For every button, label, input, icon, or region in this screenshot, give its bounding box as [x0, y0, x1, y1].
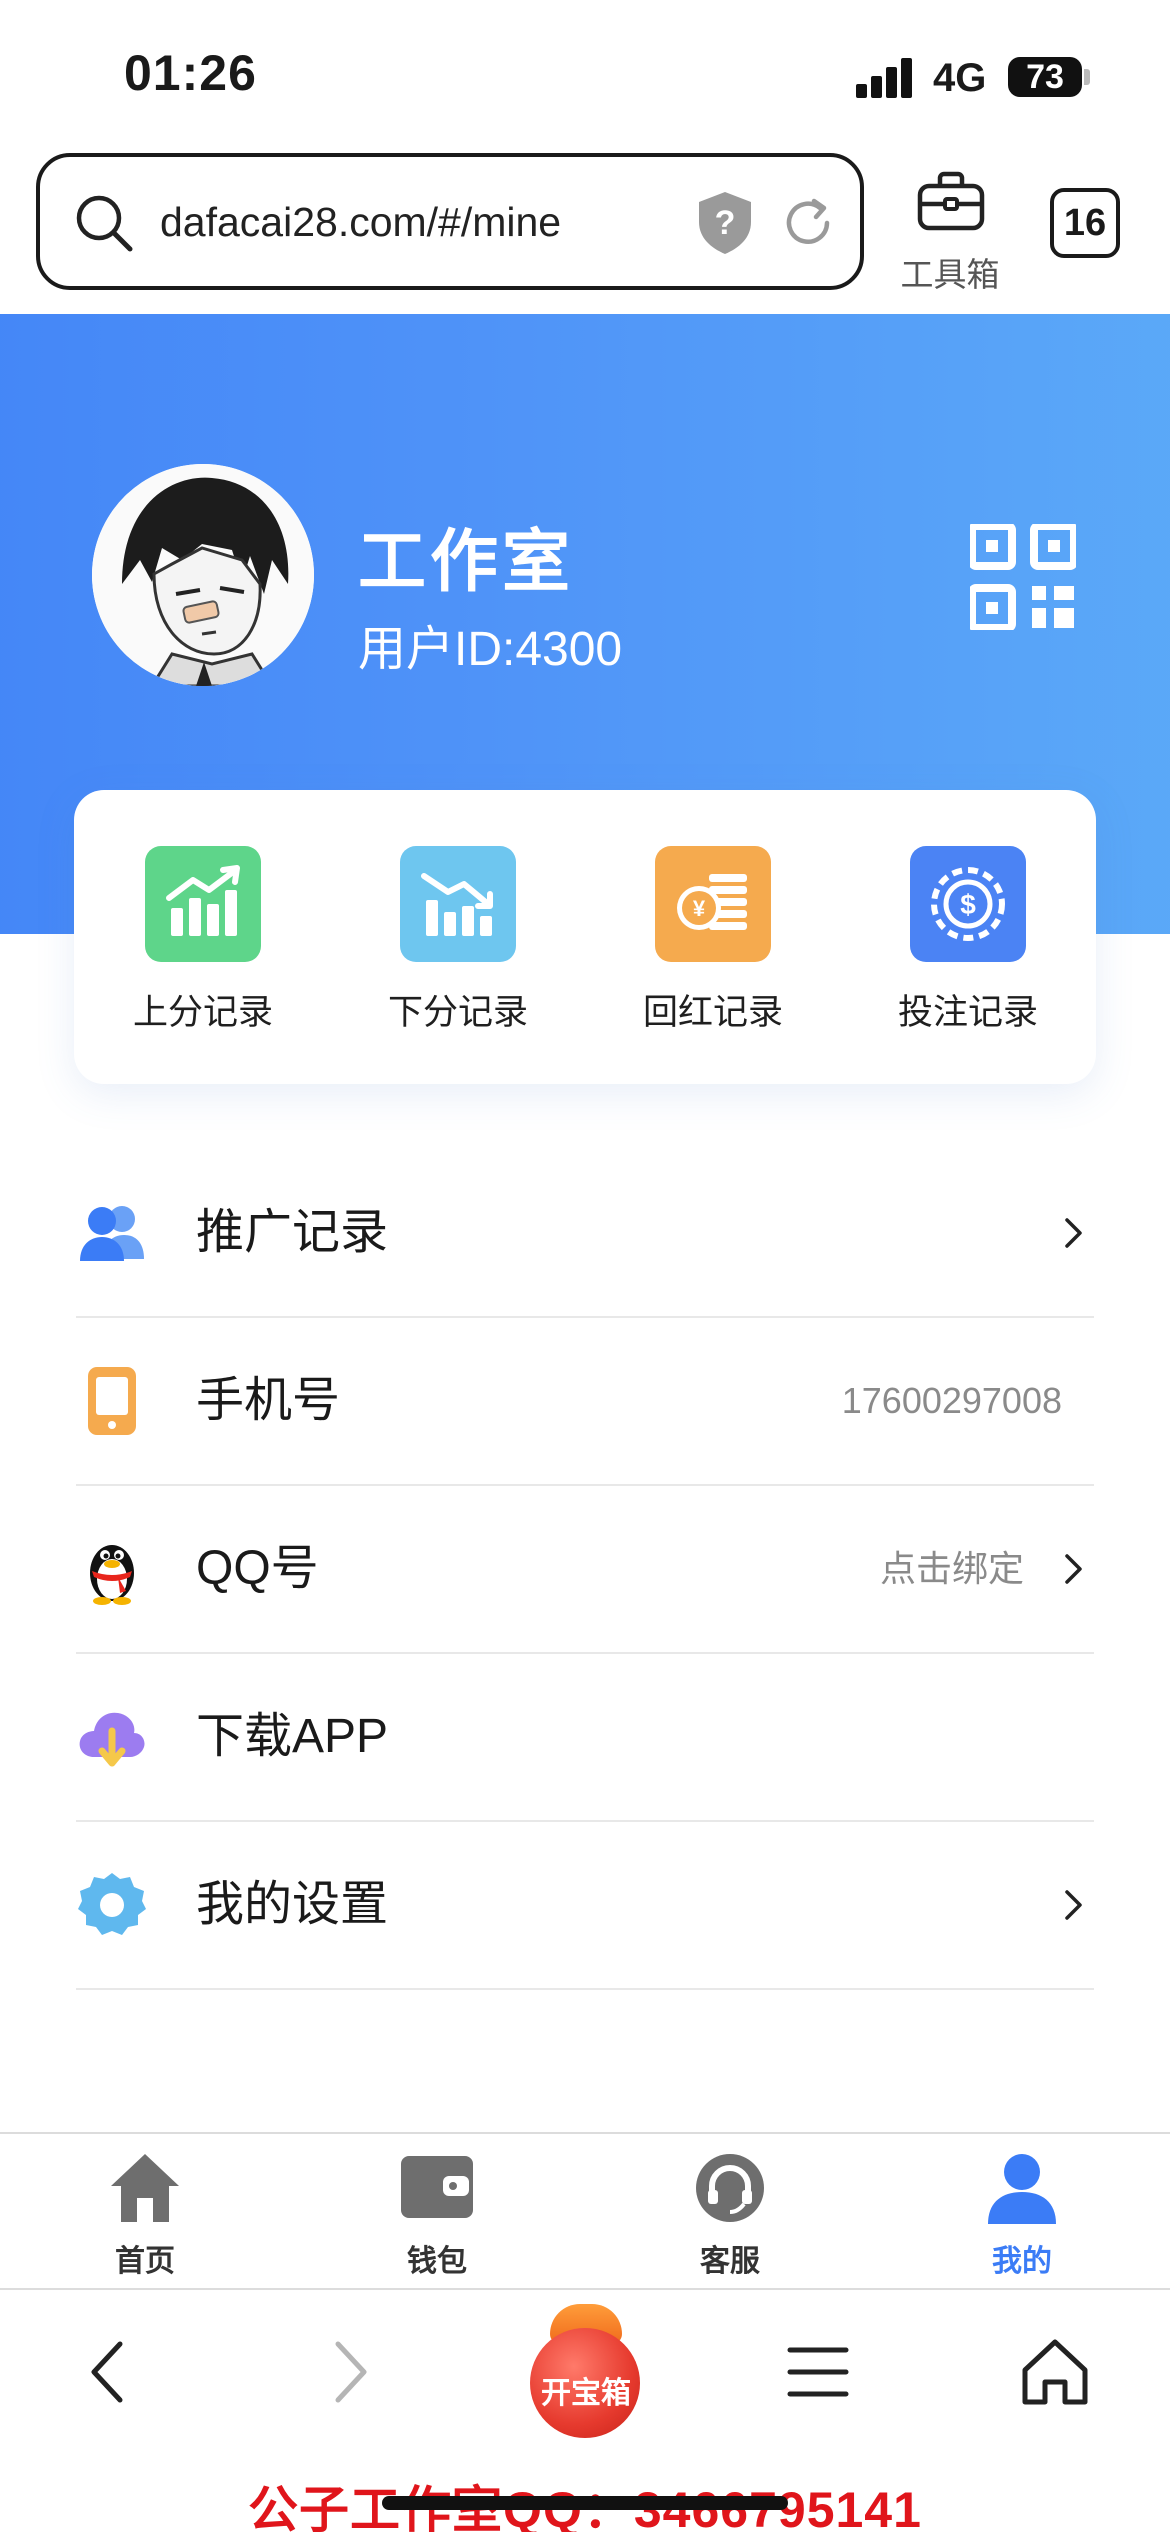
search-icon [76, 195, 133, 252]
bind-qq-link[interactable]: 点击绑定 [880, 1547, 1024, 1591]
back-icon[interactable] [70, 2332, 150, 2412]
quick-label: 回红记录 [642, 993, 783, 1032]
menu-label: 推广记录 [196, 1206, 389, 1259]
tab-label: 首页 [115, 2245, 175, 2278]
forward-icon[interactable] [308, 2332, 388, 2412]
username: 工作室 [358, 524, 575, 600]
open-treasure-button[interactable]: 开宝箱 [526, 2304, 646, 2438]
signal-icon [856, 58, 914, 98]
quick-item-deposit-records[interactable]: 上分记录 [103, 846, 303, 1046]
svg-text:$: $ [960, 889, 976, 920]
home-indicator [382, 2496, 788, 2510]
menu-item-phone[interactable]: 手机号 17600297008 [76, 1318, 1094, 1486]
svg-text:?: ? [715, 204, 736, 242]
tab-home[interactable]: 首页 [45, 2146, 245, 2286]
status-time: 01:26 [124, 45, 257, 101]
quick-label: 投注记录 [897, 993, 1038, 1032]
chip-icon: $ [910, 846, 1026, 962]
qr-code-icon[interactable] [970, 524, 1076, 630]
battery-level: 73 [1026, 58, 1064, 96]
quick-actions-card: 上分记录 下分记录 ¥ 回红记录 $ 投注记录 [74, 790, 1096, 1084]
wallet-icon [401, 2156, 473, 2218]
user-icon [988, 2154, 1056, 2224]
reload-icon[interactable] [780, 195, 836, 251]
bar-chart-down-icon [400, 846, 516, 962]
menu-item-qq[interactable]: QQ号 点击绑定 [76, 1486, 1094, 1654]
bar-chart-up-icon [145, 846, 261, 962]
menu-label: QQ号 [196, 1542, 319, 1595]
chevron-right-icon [1065, 1218, 1082, 1248]
qq-penguin-icon [90, 1545, 134, 1605]
menu-label: 手机号 [196, 1374, 341, 1427]
url-text: dafacai28.com/#/mine [160, 199, 562, 245]
quick-label: 下分记录 [387, 993, 528, 1032]
phone-icon [88, 1367, 136, 1435]
tab-label: 钱包 [407, 2245, 467, 2278]
tab-label: 我的 [992, 2245, 1052, 2278]
user-id: 用户ID:4300 [358, 623, 623, 676]
menu-item-settings[interactable]: 我的设置 [76, 1822, 1094, 1990]
menu-icon[interactable] [778, 2332, 858, 2412]
home-icon [111, 2154, 179, 2222]
cloud-download-icon [79, 1712, 145, 1767]
battery-icon: 73 [1008, 57, 1082, 97]
coins-icon: ¥ [655, 846, 771, 962]
chevron-right-icon [1065, 1890, 1082, 1920]
toolbox-button[interactable]: 工具箱 [890, 170, 1010, 293]
gear-icon [78, 1873, 146, 1935]
quick-item-rebate-records[interactable]: ¥ 回红记录 [613, 846, 813, 1046]
svg-text:¥: ¥ [693, 896, 706, 921]
headset-icon [696, 2154, 764, 2222]
avatar-image [92, 464, 314, 686]
menu-label: 下载APP [196, 1710, 389, 1763]
toolbox-icon [917, 171, 985, 231]
quick-item-bet-records[interactable]: $ 投注记录 [868, 846, 1068, 1046]
address-bar[interactable]: dafacai28.com/#/mine ? [36, 153, 864, 290]
quick-label: 上分记录 [132, 993, 273, 1032]
phone-number-value: 17600297008 [841, 1380, 1062, 1421]
network-type: 4G [933, 56, 987, 100]
menu-label: 我的设置 [196, 1878, 389, 1931]
treasure-label: 开宝箱 [541, 2377, 631, 2410]
avatar[interactable] [92, 464, 314, 686]
tab-mine[interactable]: 我的 [922, 2146, 1122, 2286]
battery-tip [1084, 69, 1090, 85]
chevron-right-icon [1065, 1554, 1082, 1584]
tab-wallet[interactable]: 钱包 [337, 2146, 537, 2286]
shield-icon[interactable]: ? [695, 190, 755, 256]
tab-label: 客服 [700, 2245, 760, 2278]
quick-item-withdraw-records[interactable]: 下分记录 [358, 846, 558, 1046]
tabs-button[interactable]: 16 [1050, 188, 1120, 258]
browser-bottom-bar: 开宝箱 [0, 2292, 1170, 2452]
menu-item-download-app[interactable]: 下载APP [76, 1654, 1094, 1822]
tab-customer-service[interactable]: 客服 [630, 2146, 830, 2286]
menu-item-promotion-records[interactable]: 推广记录 [76, 1150, 1094, 1318]
status-bar: 01:26 4G 73 [0, 0, 1170, 150]
browser-home-icon[interactable] [1015, 2332, 1095, 2412]
menu-list: 推广记录 手机号 17600297008 QQ号 点击绑定 下载APP 我的设置 [76, 1150, 1094, 1990]
app-tabbar: 首页 钱包 客服 我的 [0, 2132, 1170, 2290]
users-icon [80, 1206, 144, 1261]
toolbox-label: 工具箱 [900, 256, 1000, 293]
